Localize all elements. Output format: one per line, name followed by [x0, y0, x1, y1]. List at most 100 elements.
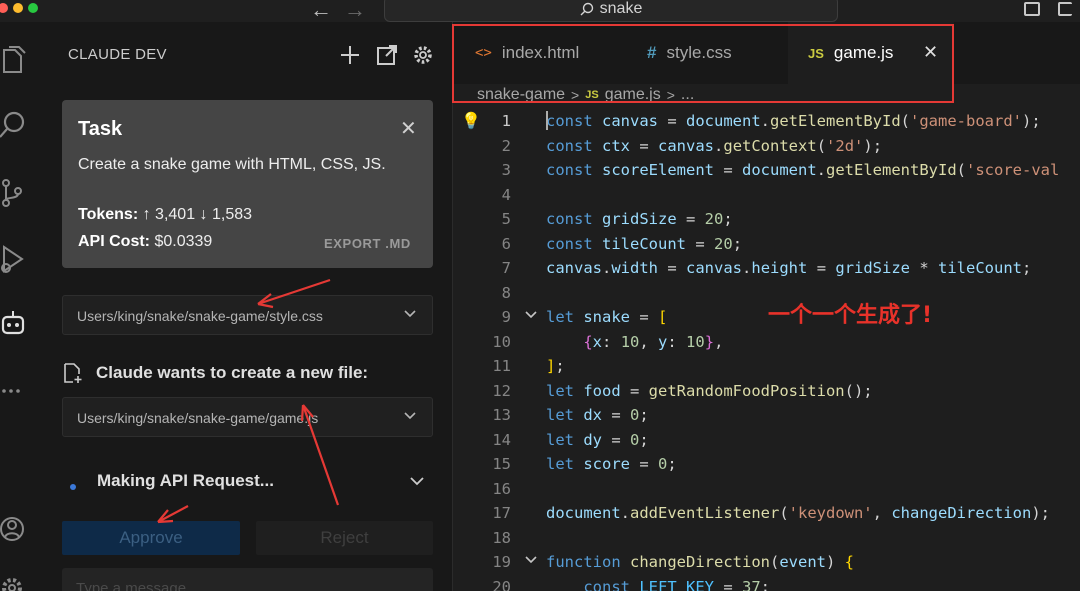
line-number: 3 — [501, 161, 511, 179]
line-number: 7 — [501, 259, 511, 277]
line-number: 20 — [492, 577, 511, 591]
code-line[interactable]: 13 let dx = 0; — [453, 403, 1080, 427]
line-number: 16 — [492, 479, 511, 498]
code-line[interactable]: 💡 1 const canvas = document.getElementById… — [453, 109, 1080, 133]
reject-button[interactable]: Reject — [256, 521, 433, 555]
code-text: let dy = 0; — [546, 430, 649, 449]
code-text: ]; — [546, 357, 565, 375]
task-card: Task ✕ Create a snake game with HTML, CS… — [62, 100, 433, 268]
code-text: document.addEventListener('keydown', cha… — [546, 504, 1050, 522]
new-file-icon — [64, 363, 82, 383]
search-sidebar-icon[interactable] — [0, 110, 28, 140]
line-number: 8 — [501, 283, 511, 302]
toggle-sidebar-icon[interactable] — [1024, 2, 1040, 16]
code-line[interactable]: 8 — [453, 281, 1080, 305]
fold-chevron-icon[interactable] — [525, 556, 537, 565]
export-md-button[interactable]: EXPORT .MD — [324, 236, 411, 251]
tokens-in: ↑ 3,401 — [142, 206, 196, 223]
minimize-window-button[interactable] — [13, 3, 23, 13]
code-text: const LEFT_KEY = 37; — [583, 577, 771, 591]
cost-label: API Cost: — [78, 233, 150, 250]
fold-chevron-icon[interactable] — [525, 311, 537, 320]
task-tokens: Tokens: ↑ 3,401 ↓ 1,583 — [78, 206, 252, 224]
forward-arrow-icon[interactable]: → — [344, 0, 366, 23]
code-line[interactable]: 2 const ctx = canvas.getContext('2d'); — [453, 134, 1080, 158]
close-window-button[interactable] — [0, 3, 8, 13]
claude-dev-panel: CLAUDE DEV Task ✕ Create a snake game wi… — [36, 22, 452, 591]
chevron-down-icon — [404, 412, 416, 420]
loading-spinner-icon — [70, 484, 76, 490]
code-text: {x: 10, y: 10}, — [583, 332, 724, 351]
code-line[interactable]: 11]; — [453, 354, 1080, 378]
run-debug-icon[interactable] — [0, 244, 28, 274]
code-text: let dx = 0; — [546, 406, 649, 424]
search-icon — [580, 2, 593, 16]
code-line[interactable]: 15 let score = 0; — [453, 452, 1080, 476]
code-line[interactable]: 10 {x: 10, y: 10}, — [453, 330, 1080, 354]
code-line[interactable]: 4 — [453, 183, 1080, 207]
close-task-icon[interactable]: ✕ — [400, 116, 417, 141]
code-text: canvas.width = canvas.height = gridSize … — [546, 259, 1032, 277]
code-text: function changeDirection(event) { — [546, 553, 855, 571]
code-line[interactable]: 18 — [453, 526, 1080, 550]
file-path-dropdown-style[interactable]: Users/king/snake/snake-game/style.css — [62, 295, 433, 335]
line-number: 5 — [501, 210, 511, 228]
code-line[interactable]: 6 const tileCount = 20; — [453, 232, 1080, 256]
message-input[interactable] — [62, 568, 433, 591]
code-text: let food = getRandomFoodPosition(); — [546, 381, 873, 400]
create-file-heading: Claude wants to create a new file: — [62, 362, 368, 384]
code-text: const ctx = canvas.getContext('2d'); — [546, 136, 883, 155]
line-number: 12 — [492, 381, 511, 400]
tokens-label: Tokens: — [78, 206, 139, 223]
code-line[interactable]: 9 let snake = [ — [453, 305, 1080, 329]
code-text: const gridSize = 20; — [546, 210, 733, 228]
approve-button[interactable]: Approve — [62, 521, 240, 555]
line-number: 13 — [492, 406, 511, 424]
open-in-editor-icon[interactable] — [376, 44, 398, 66]
maximize-window-button[interactable] — [28, 3, 38, 13]
code-line[interactable]: 5 const gridSize = 20; — [453, 207, 1080, 231]
annotation-text: 一个一个生成了! — [768, 303, 933, 328]
more-icon[interactable] — [0, 376, 28, 406]
task-title: Task — [78, 118, 123, 140]
new-task-plus-icon[interactable] — [339, 44, 361, 66]
code-line[interactable]: 17 document.addEventListener('keydown', c… — [453, 501, 1080, 525]
code-line[interactable]: 3 const scoreElement = document.getElemen… — [453, 158, 1080, 182]
task-cost: API Cost: $0.0339 — [78, 233, 212, 251]
line-number: 1 — [501, 112, 511, 130]
code-line[interactable]: 20 const LEFT_KEY = 37; — [453, 575, 1080, 591]
line-number: 15 — [492, 455, 511, 473]
manage-gear-icon[interactable] — [0, 574, 28, 591]
line-number: 14 — [492, 430, 511, 449]
code-line[interactable]: 14 let dy = 0; — [453, 428, 1080, 452]
code-text: const tileCount = 20; — [546, 234, 743, 253]
api-request-status: Making API Request... — [97, 471, 274, 490]
expand-chevron-icon[interactable] — [410, 477, 424, 486]
command-center-search[interactable]: snake — [384, 0, 838, 22]
tokens-out: ↓ 1,583 — [199, 206, 253, 223]
line-number: 2 — [501, 136, 511, 155]
settings-gear-icon[interactable] — [412, 44, 434, 66]
code-text: let snake = [ — [546, 308, 668, 326]
code-text: let score = 0; — [546, 455, 677, 473]
activity-bar — [0, 22, 36, 591]
code-line[interactable]: 16 — [453, 477, 1080, 501]
claude-dev-robot-icon[interactable] — [0, 308, 28, 338]
explorer-icon[interactable] — [0, 46, 28, 76]
back-arrow-icon[interactable]: ← — [310, 0, 332, 23]
account-icon[interactable] — [0, 514, 28, 544]
code-line[interactable]: 19 function changeDirection(event) { — [453, 550, 1080, 574]
line-number: 10 — [492, 332, 511, 351]
code-line[interactable]: 7 canvas.width = canvas.height = gridSize… — [453, 256, 1080, 280]
panel-title: CLAUDE DEV — [68, 46, 167, 63]
file-path-dropdown-game[interactable]: Users/king/snake/snake-game/game.js — [62, 397, 433, 437]
source-control-icon[interactable] — [0, 178, 28, 208]
code-text: const scoreElement = document.getElement… — [546, 161, 1060, 179]
line-number: 17 — [492, 504, 511, 522]
code-line[interactable]: 12 let food = getRandomFoodPosition(); — [453, 379, 1080, 403]
command-center-text: snake — [599, 0, 643, 17]
line-number: 11 — [492, 357, 511, 375]
task-description: Create a snake game with HTML, CSS, JS. — [78, 156, 386, 173]
toggle-panel-icon[interactable] — [1058, 2, 1072, 16]
line-number: 4 — [501, 185, 511, 204]
